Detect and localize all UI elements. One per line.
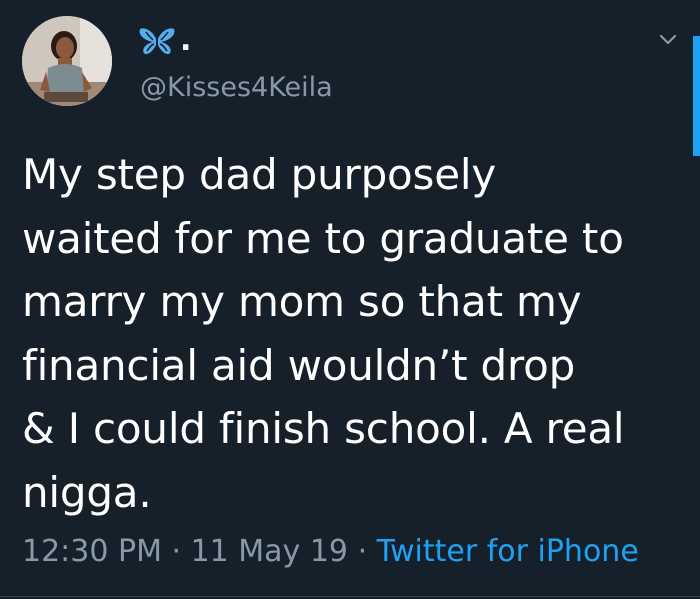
scrollbar[interactable] [693, 36, 700, 156]
tweet-time[interactable]: 12:30 PM [22, 534, 162, 569]
username-handle[interactable]: @Kisses4Keila [140, 72, 333, 104]
chevron-down-icon[interactable] [657, 28, 679, 50]
tweet-text-line: waited for me to graduate to [22, 213, 624, 263]
tweet-date[interactable]: 11 May 19 [191, 534, 348, 569]
display-name-suffix: . [180, 23, 192, 58]
tweet-text: My step dad purposely waited for me to g… [22, 143, 694, 524]
tweet-text-line: My step dad purposely [22, 150, 497, 199]
tweet-text-line: nigga. [22, 467, 152, 517]
tweet-metadata: 12:30 PM · 11 May 19 · Twitter for iPhon… [22, 530, 639, 574]
separator: · [348, 534, 377, 569]
tweet-text-line: financial aid wouldn’t drop [22, 340, 576, 390]
display-name[interactable]: . [138, 26, 191, 56]
tweet-card: . @Kisses4Keila My step dad purposely wa… [0, 0, 700, 599]
tweet-text-line: & I could finish school. A real [22, 404, 625, 453]
tweet-text-line: marry my mom so that my [22, 277, 582, 326]
separator: · [161, 534, 191, 569]
tweet-source-link[interactable]: Twitter for iPhone [377, 534, 639, 569]
butterfly-icon [139, 28, 175, 55]
avatar[interactable] [22, 16, 112, 106]
divider [0, 596, 700, 597]
